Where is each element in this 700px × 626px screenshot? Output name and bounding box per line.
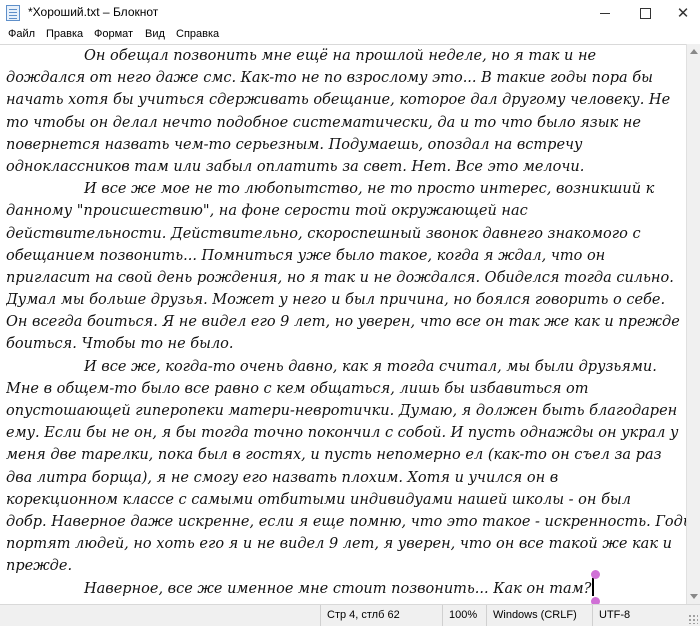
menu-bar: Файл Правка Формат Вид Справка (0, 26, 700, 44)
text-line: И все же, когда-то очень давно, как я то… (84, 358, 657, 375)
text-line: И все же мое не то любопытство, не то пр… (84, 181, 655, 198)
maximize-button[interactable] (628, 0, 662, 26)
text-line: пригласит на свой день рождения, но я та… (6, 269, 674, 286)
text-line: Наверное, все же именное мне стоит позво… (84, 580, 592, 597)
text-line: действительности. Действительно, скоросп… (6, 225, 641, 242)
text-line: повернется назвать чем-то серьезным. Под… (6, 136, 583, 153)
vertical-scrollbar[interactable] (686, 44, 700, 604)
menu-file[interactable]: Файл (8, 28, 35, 40)
minimize-button[interactable] (588, 0, 622, 26)
menu-format[interactable]: Формат (94, 28, 133, 40)
maximize-icon (639, 7, 651, 19)
text-line: портят людей, но хоть его я и не видел 9… (6, 536, 672, 553)
text-line: Мне в общем-то было все равно с кем обща… (6, 380, 589, 397)
title-bar[interactable]: *Хороший.txt – Блокнот ✕ (0, 0, 700, 26)
text-line: одноклассников там или забыл оплатить за… (6, 158, 585, 175)
line-endings: Windows (CRLF) (486, 605, 585, 626)
text-line: то чтобы он делал нечто подобное система… (6, 114, 641, 131)
text-line: два литра борща), я не смогу его назвать… (6, 469, 559, 486)
text-line: данному "происшествию", на фоне серости … (6, 203, 528, 220)
text-line: дождался от него даже смс. Как-то не по … (6, 70, 653, 87)
resize-grip-icon[interactable] (688, 614, 698, 624)
selection-handle-top[interactable] (591, 570, 600, 579)
menu-help[interactable]: Справка (176, 28, 219, 40)
text-line: обещанием позвонить... Помниться уже был… (6, 247, 606, 264)
zoom-level: 100% (442, 605, 487, 626)
text-line: опустошающей гиперопеки матери-невротичк… (6, 403, 678, 419)
text-line: добр. Наверное даже искренне, если я еще… (6, 513, 686, 530)
text-editor[interactable]: Он обещал позвонить мне ещё на прошлой н… (0, 44, 686, 605)
minimize-icon (600, 12, 610, 14)
text-line: ему. Если бы не он, я бы тогда точно пок… (6, 425, 679, 442)
status-bar: Стр 4, стлб 62 100% Windows (CRLF) UTF-8 (0, 604, 700, 626)
scroll-up-icon[interactable] (690, 49, 698, 54)
notepad-icon (6, 5, 20, 21)
close-icon: ✕ (676, 4, 690, 22)
text-line: корекционном классе с самыми отбитыми ин… (6, 491, 631, 508)
cursor-position: Стр 4, стлб 62 (320, 605, 433, 626)
text-line: начать хотя бы учиться сдерживать обещан… (6, 92, 671, 109)
text-line: Думал мы больше друзья. Может у него и б… (6, 292, 666, 309)
text-caret (592, 578, 594, 596)
menu-edit[interactable]: Правка (46, 28, 83, 40)
text-line: Он всегда боиться. Я не видел его 9 лет,… (6, 314, 680, 331)
text-line: боиться. Чтобы то не было. (6, 336, 234, 353)
encoding: UTF-8 (592, 605, 679, 626)
close-button[interactable]: ✕ (666, 0, 700, 26)
scroll-down-icon[interactable] (690, 594, 698, 599)
text-line: Он обещал позвонить мне ещё на прошлой н… (84, 48, 597, 64)
document-text: Он обещал позвонить мне ещё на прошлой н… (6, 45, 686, 600)
text-line: прежде. (6, 558, 73, 575)
window-title: *Хороший.txt – Блокнот (28, 5, 159, 19)
menu-view[interactable]: Вид (145, 28, 165, 40)
text-line: меня две тарелки, пока был в гостях, и п… (6, 447, 662, 464)
